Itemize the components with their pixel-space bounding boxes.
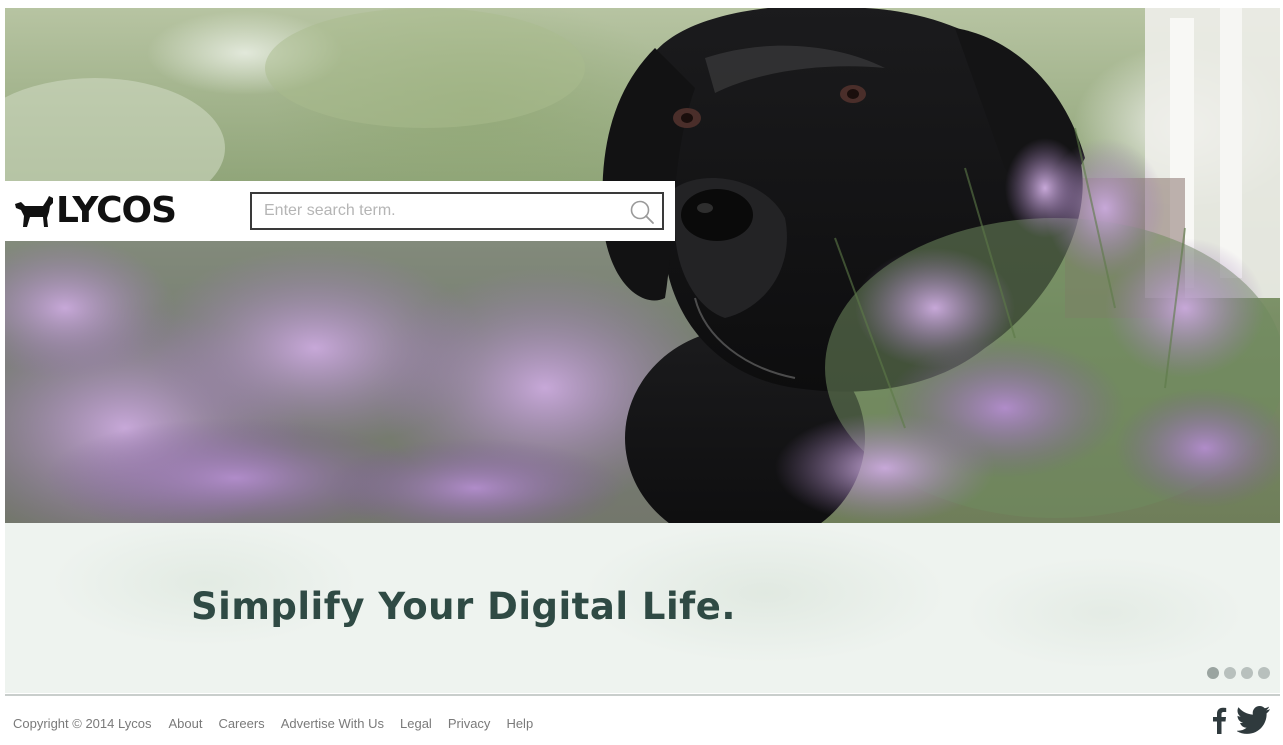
footer-link-help[interactable]: Help	[506, 716, 533, 731]
footer-link-careers[interactable]: Careers	[218, 716, 264, 731]
logo-text: LYCOS	[56, 190, 177, 231]
footer-link-advertise[interactable]: Advertise With Us	[281, 716, 384, 731]
footer-link-legal[interactable]: Legal	[400, 716, 432, 731]
facebook-icon[interactable]	[1211, 706, 1227, 734]
footer-link-about[interactable]: About	[168, 716, 202, 731]
footer: Copyright © 2014 Lycos About Careers Adv…	[13, 713, 549, 733]
carousel-dot[interactable]	[1224, 667, 1236, 679]
search-icon[interactable]	[628, 198, 656, 226]
search-box	[250, 192, 664, 230]
tagline: Simplify Your Digital Life.	[191, 585, 736, 628]
dog-icon	[15, 196, 53, 227]
footer-divider	[5, 694, 1280, 696]
tagline-band: Simplify Your Digital Life.	[5, 523, 1280, 693]
header-bar: LYCOS	[5, 181, 675, 241]
carousel-dot[interactable]	[1241, 667, 1253, 679]
carousel-dot[interactable]	[1207, 667, 1219, 679]
hero-image	[5, 8, 1280, 523]
social-links	[1211, 706, 1271, 734]
carousel-dot[interactable]	[1258, 667, 1270, 679]
hero-photo-dog-with-flowers	[5, 8, 1280, 523]
copyright-text: Copyright © 2014 Lycos	[13, 715, 152, 731]
search-input[interactable]	[252, 194, 622, 228]
twitter-icon[interactable]	[1237, 706, 1271, 734]
carousel-dots	[1207, 667, 1270, 679]
lycos-logo[interactable]: LYCOS	[13, 190, 177, 231]
footer-link-privacy[interactable]: Privacy	[448, 716, 491, 731]
page: LYCOS Simplify Your Digital Life. Copyri…	[0, 0, 1283, 745]
